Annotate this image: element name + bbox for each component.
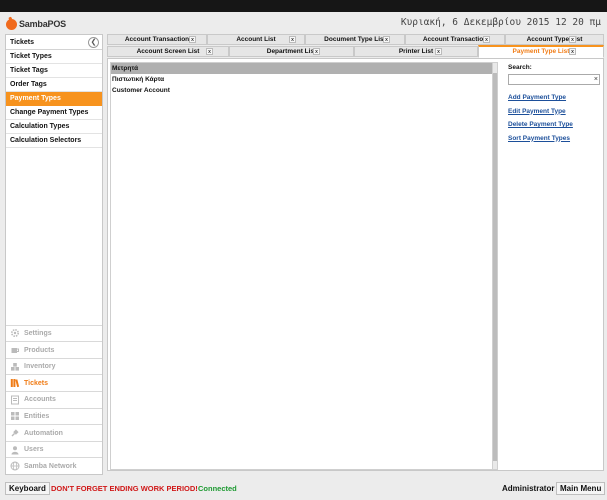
sidebar-item-payment-types[interactable]: Payment Types xyxy=(6,92,102,106)
close-icon[interactable]: x xyxy=(289,36,296,43)
tab-document-type-list[interactable]: Document Type List x xyxy=(305,34,405,45)
clear-search-icon[interactable]: × xyxy=(594,75,598,84)
app-header: SambaPOS Κυριακή, 6 Δεκεμβρίου 2015 12 2… xyxy=(0,12,607,34)
sambapos-logo: SambaPOS xyxy=(6,17,66,31)
sidebar-item-ticket-tags[interactable]: Ticket Tags xyxy=(6,64,102,78)
action-panel: Search: × Add Payment Type Edit Payment … xyxy=(508,64,602,145)
payment-type-list-view: Μετρητά Πιστωτική Κάρτα Customer Account… xyxy=(107,58,604,471)
module-label: Users xyxy=(24,446,44,454)
date-time: Κυριακή, 6 Δεκεμβρίου 2015 12 20 πμ xyxy=(400,17,601,28)
tab-label: Account Transaction xyxy=(422,36,488,43)
tab-payment-type-list[interactable]: Payment Type List x xyxy=(478,45,604,58)
module-automation[interactable]: Automation xyxy=(6,424,102,441)
status-bar: Keyboard DON'T FORGET ENDING WORK PERIOD… xyxy=(0,479,607,500)
tab-label: Payment Type List xyxy=(512,48,570,55)
close-icon[interactable]: x xyxy=(435,48,442,55)
tab-account-transaction-1[interactable]: Account Transaction x xyxy=(107,34,207,45)
module-label: Settings xyxy=(24,329,52,337)
cup-icon xyxy=(11,348,19,354)
list-scrollbar[interactable] xyxy=(492,63,497,469)
search-label: Search: xyxy=(508,64,532,71)
window-top-bar xyxy=(0,0,607,12)
module-accounts[interactable]: Accounts xyxy=(6,391,102,408)
tab-label: Document Type List xyxy=(324,36,386,43)
sidebar-item-ticket-types[interactable]: Ticket Types xyxy=(6,50,102,64)
logo-text: SambaPOS xyxy=(19,19,66,29)
sidebar-item-calculation-selectors[interactable]: Calculation Selectors xyxy=(6,134,102,148)
sidebar-header: Tickets ❮ xyxy=(6,35,102,50)
module-label: Entities xyxy=(24,412,50,420)
work-period-warning: DON'T FORGET ENDING WORK PERIOD! xyxy=(51,484,198,493)
payment-type-list: Μετρητά Πιστωτική Κάρτα Customer Account xyxy=(110,62,498,470)
action-links: Add Payment Type Edit Payment Type Delet… xyxy=(508,91,602,145)
tab-label: Account Screen List xyxy=(136,48,200,55)
tab-account-type-list[interactable]: Account Type List x xyxy=(505,34,604,45)
module-users[interactable]: Users xyxy=(6,440,102,458)
list-item[interactable]: Πιστωτική Κάρτα xyxy=(111,74,497,85)
module-label: Products xyxy=(24,346,55,354)
user-icon xyxy=(11,445,19,455)
module-samba-network[interactable]: Samba Network xyxy=(6,457,102,474)
tab-account-transaction-2[interactable]: Account Transaction x xyxy=(405,34,505,45)
edit-payment-type-link[interactable]: Edit Payment Type xyxy=(508,105,602,119)
module-settings[interactable]: Settings xyxy=(6,324,102,342)
scrollbar-thumb[interactable] xyxy=(493,73,497,461)
sidebar-item-order-tags[interactable]: Order Tags xyxy=(6,78,102,92)
module-inventory[interactable]: Inventory xyxy=(6,357,102,375)
module-menu: Settings Products Inventory Tickets Acco… xyxy=(6,324,102,474)
ledger-icon xyxy=(11,395,19,405)
delete-payment-type-link[interactable]: Delete Payment Type xyxy=(508,118,602,132)
main-menu-button[interactable]: Main Menu xyxy=(556,482,606,495)
module-label: Samba Network xyxy=(24,462,77,470)
sort-payment-types-link[interactable]: Sort Payment Types xyxy=(508,132,602,146)
sidebar-item-calculation-types[interactable]: Calculation Types xyxy=(6,120,102,134)
tab-department-list[interactable]: Department List x xyxy=(229,46,354,57)
keyboard-button[interactable]: Keyboard xyxy=(5,482,50,495)
back-icon[interactable]: ❮ xyxy=(88,36,99,48)
close-icon[interactable]: x xyxy=(483,36,490,43)
module-label: Tickets xyxy=(24,379,48,387)
sidebar-title: Tickets xyxy=(10,38,34,46)
grid-icon xyxy=(11,412,19,421)
search-box: × xyxy=(508,74,600,85)
boxes-icon xyxy=(11,362,19,371)
close-icon[interactable]: x xyxy=(569,36,576,43)
module-entities[interactable]: Entities xyxy=(6,407,102,425)
module-label: Accounts xyxy=(24,396,56,404)
list-item[interactable]: Customer Account xyxy=(111,85,497,96)
list-item[interactable]: Μετρητά xyxy=(111,63,497,74)
module-products[interactable]: Products xyxy=(6,341,102,358)
tab-label: Printer List xyxy=(398,48,434,55)
tab-printer-list[interactable]: Printer List x xyxy=(354,46,478,57)
close-icon[interactable]: x xyxy=(569,48,576,55)
globe-icon xyxy=(10,461,20,471)
close-icon[interactable]: x xyxy=(383,36,390,43)
add-payment-type-link[interactable]: Add Payment Type xyxy=(508,91,602,105)
tab-label: Department List xyxy=(266,48,317,55)
module-label: Inventory xyxy=(24,363,56,371)
search-input[interactable] xyxy=(509,75,589,84)
sambapos-logo-icon xyxy=(6,18,17,30)
module-label: Automation xyxy=(24,429,63,437)
document-tabs: Account Transaction x Account List x Doc… xyxy=(107,34,604,58)
current-user: Administrator xyxy=(502,484,555,493)
close-icon[interactable]: x xyxy=(189,36,196,43)
connection-status: Connected xyxy=(198,484,237,493)
tab-account-screen-list[interactable]: Account Screen List x xyxy=(107,46,229,57)
gear-icon xyxy=(10,329,20,338)
close-icon[interactable]: x xyxy=(206,48,213,55)
tab-account-list[interactable]: Account List x xyxy=(207,34,305,45)
books-icon xyxy=(10,379,20,388)
sidebar: Tickets ❮ Ticket Types Ticket Tags Order… xyxy=(5,34,103,475)
plug-icon xyxy=(11,429,19,437)
tab-label: Account List xyxy=(236,36,276,43)
close-icon[interactable]: x xyxy=(313,48,320,55)
sidebar-item-change-payment-types[interactable]: Change Payment Types xyxy=(6,106,102,120)
tab-label: Account Transaction xyxy=(124,36,190,43)
module-tickets[interactable]: Tickets xyxy=(6,374,102,391)
